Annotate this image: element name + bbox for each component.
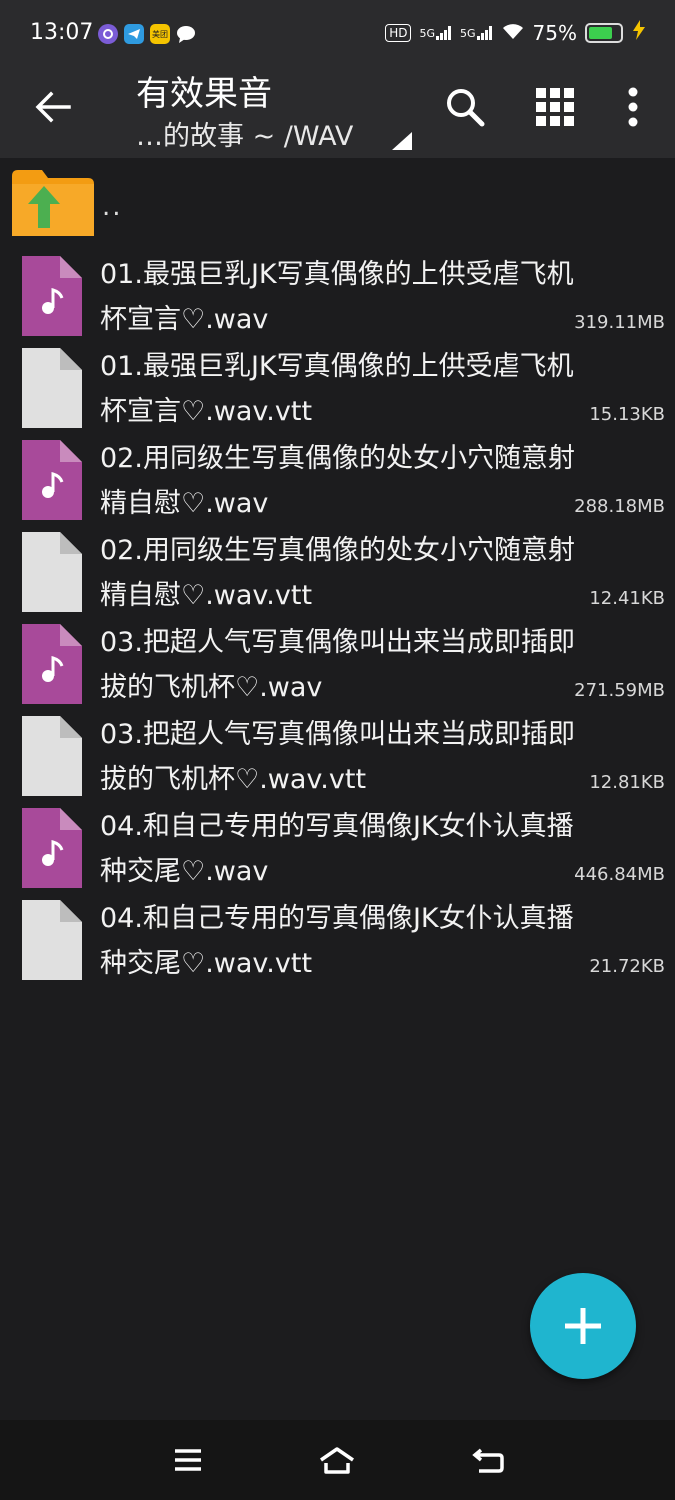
battery-icon [585, 22, 623, 43]
home-icon [320, 1447, 354, 1474]
file-name: 02.用同级生写真偶像的处女小穴随意射精自慰♡.wav.vtt [100, 535, 575, 611]
file-name: 02.用同级生写真偶像的处女小穴随意射精自慰♡.wav [100, 443, 575, 519]
back-icon [472, 1448, 504, 1473]
nav-home-button[interactable] [315, 1438, 359, 1482]
charging-icon [631, 20, 647, 45]
signal-5g-icon-2: 5G [460, 25, 493, 40]
file-name: 04.和自己专用的写真偶像JK女仆认真播种交尾♡.wav [100, 811, 574, 887]
file-row[interactable]: 04.和自己专用的写真偶像JK女仆认真播种交尾♡.wav.vtt 21.72KB [0, 894, 675, 986]
parent-directory-label: .. [102, 192, 123, 222]
file-row[interactable]: 01.最强巨乳JK写真偶像的上供受虐飞机杯宣言♡.wav.vtt 15.13KB [0, 342, 675, 434]
hd-icon: HD [385, 23, 412, 42]
folder-up-icon [12, 170, 94, 236]
file-row[interactable]: 02.用同级生写真偶像的处女小穴随意射精自慰♡.wav.vtt 12.41KB [0, 526, 675, 618]
file-name: 04.和自己专用的写真偶像JK女仆认真播种交尾♡.wav.vtt [100, 903, 574, 979]
file-name: 03.把超人气写真偶像叫出来当成即插即拔的飞机杯♡.wav [100, 627, 575, 703]
menu-icon [175, 1449, 201, 1471]
search-button[interactable] [440, 82, 490, 132]
add-fab-button[interactable] [530, 1273, 636, 1379]
page-title: 有效果音 [136, 74, 272, 114]
path-dropdown-icon[interactable] [392, 132, 412, 150]
back-arrow-icon [35, 91, 71, 123]
file-size: 21.72KB [589, 956, 665, 977]
text-file-icon [22, 532, 82, 612]
system-nav-bar [0, 1420, 675, 1500]
file-size: 12.41KB [589, 588, 665, 609]
nav-menu-button[interactable] [166, 1438, 210, 1482]
status-bar: 13:07 美团 HD 5G 5G 75% [0, 0, 675, 60]
file-row[interactable]: 03.把超人气写真偶像叫出来当成即插即拔的飞机杯♡.wav 271.59MB [0, 618, 675, 710]
file-name: 03.把超人气写真偶像叫出来当成即插即拔的飞机杯♡.wav.vtt [100, 719, 575, 795]
file-size: 319.11MB [574, 312, 665, 333]
meituan-icon: 美团 [150, 24, 170, 44]
file-size: 12.81KB [589, 772, 665, 793]
file-size: 15.13KB [589, 404, 665, 425]
telegram-icon [124, 24, 144, 44]
file-size: 446.84MB [574, 864, 665, 885]
file-name: 01.最强巨乳JK写真偶像的上供受虐飞机杯宣言♡.wav.vtt [100, 351, 574, 427]
battery-percent: 75% [532, 20, 577, 45]
nav-back-button[interactable] [466, 1438, 510, 1482]
audio-file-icon [22, 624, 82, 704]
audio-file-icon [22, 440, 82, 520]
status-time: 13:07 [30, 20, 94, 45]
signal-5g-icon-1: 5G [419, 25, 452, 40]
text-file-icon [22, 348, 82, 428]
status-app-icons: 美团 [98, 24, 196, 44]
wifi-icon [501, 21, 525, 45]
file-row[interactable]: 02.用同级生写真偶像的处女小穴随意射精自慰♡.wav 288.18MB [0, 434, 675, 526]
file-row[interactable]: 04.和自己专用的写真偶像JK女仆认真播种交尾♡.wav 446.84MB [0, 802, 675, 894]
file-name: 01.最强巨乳JK写真偶像的上供受虐飞机杯宣言♡.wav [100, 259, 574, 335]
more-vert-icon [628, 87, 638, 127]
text-file-icon [22, 900, 82, 980]
parent-directory-row[interactable]: .. [0, 158, 675, 248]
file-row[interactable]: 01.最强巨乳JK写真偶像的上供受虐飞机杯宣言♡.wav 319.11MB [0, 250, 675, 342]
grid-view-button[interactable] [530, 82, 580, 132]
path-subtitle[interactable]: …的故事 ~ /WAV [136, 114, 353, 153]
file-row[interactable]: 03.把超人气写真偶像叫出来当成即插即拔的飞机杯♡.wav.vtt 12.81KB [0, 710, 675, 802]
app-icon-purple [98, 24, 118, 44]
chat-bubble-icon [176, 24, 196, 44]
file-size: 288.18MB [574, 496, 665, 517]
plus-icon [565, 1308, 601, 1344]
grid-view-icon [536, 88, 574, 126]
more-options-button[interactable] [608, 82, 658, 132]
search-icon [447, 89, 485, 127]
app-toolbar: 有效果音 …的故事 ~ /WAV [0, 60, 675, 158]
audio-file-icon [22, 808, 82, 888]
text-file-icon [22, 716, 82, 796]
audio-file-icon [22, 256, 82, 336]
file-size: 271.59MB [574, 680, 665, 701]
back-button[interactable] [28, 82, 78, 132]
status-right: HD 5G 5G 75% [385, 20, 647, 45]
